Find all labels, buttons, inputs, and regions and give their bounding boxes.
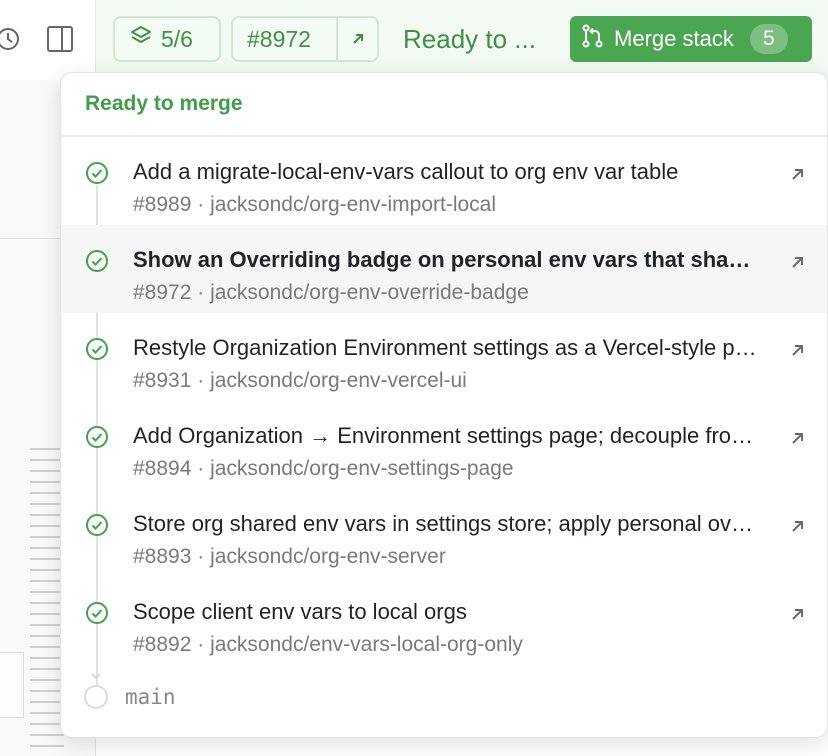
pr-number: #8972 — [133, 281, 192, 304]
pr-number: #8892 — [133, 633, 192, 656]
stack-popover: Ready to merge Add a migrate-local-env-v… — [60, 72, 828, 738]
check-circle-icon — [85, 161, 109, 185]
external-arrow-icon[interactable] — [787, 515, 809, 537]
check-circle-icon — [85, 337, 109, 361]
pr-number-link[interactable]: #8972 — [233, 18, 338, 60]
pr-title: Show an Overriding badge on personal env… — [133, 247, 763, 272]
merge-stack-label: Merge stack — [614, 26, 734, 51]
stack-position-chip[interactable]: 5/6 — [113, 16, 221, 62]
merge-stack-button[interactable]: Merge stack 5 — [570, 16, 812, 62]
pr-meta: #8893 · jacksondc/org-env-server — [133, 545, 446, 568]
left-toolbar — [0, 0, 96, 80]
stack-position-label: 5/6 — [161, 25, 193, 52]
external-arrow-icon[interactable] — [787, 251, 809, 273]
merge-status-text: Ready to ... — [403, 24, 536, 54]
stack-topbar: 5/6 #8972 Ready to ... Merge stack 5 — [96, 0, 828, 80]
git-merge-icon — [580, 23, 606, 55]
pr-title: Scope client env vars to local orgs — [133, 599, 467, 624]
background-ruler — [30, 448, 64, 756]
popover-header: Ready to merge — [61, 73, 827, 137]
pr-meta: #8894 · jacksondc/org-env-settings-page — [133, 457, 514, 480]
stack-item[interactable]: Store org shared env vars in settings st… — [61, 489, 827, 577]
stack-item[interactable]: Add a migrate-local-env-vars callout to … — [61, 137, 827, 225]
check-circle-icon — [85, 513, 109, 537]
pr-branch: jacksondc/org-env-server — [210, 545, 446, 568]
history-icon[interactable] — [0, 24, 22, 54]
stack-item[interactable]: Restyle Organization Environment setting… — [61, 313, 827, 401]
stack-item[interactable]: Scope client env vars to local orgs #889… — [61, 577, 827, 665]
pr-branch: jacksondc/org-env-override-badge — [210, 281, 529, 304]
check-circle-icon — [85, 249, 109, 273]
pr-meta: #8931 · jacksondc/org-env-vercel-ui — [133, 369, 467, 392]
pr-number: #8894 — [133, 457, 192, 480]
pr-title: Restyle Organization Environment setting… — [133, 335, 763, 360]
pr-meta: #8972 · jacksondc/org-env-override-badge — [133, 281, 529, 304]
stack-item-current[interactable]: Show an Overriding badge on personal env… — [61, 225, 827, 313]
check-circle-icon — [85, 425, 109, 449]
split-panel-icon[interactable] — [46, 24, 74, 54]
pr-branch: jacksondc/org-env-settings-page — [210, 457, 514, 480]
pr-branch: jacksondc/org-env-vercel-ui — [210, 369, 467, 392]
pr-chip: #8972 — [231, 16, 379, 62]
check-circle-icon — [85, 601, 109, 625]
external-arrow-icon[interactable] — [787, 163, 809, 185]
external-arrow-icon[interactable] — [787, 603, 809, 625]
external-arrow-icon[interactable] — [787, 427, 809, 449]
pr-number: #8893 — [133, 545, 192, 568]
pr-branch: jacksondc/org-env-import-local — [210, 193, 497, 216]
base-branch-row: main — [61, 665, 827, 731]
pr-branch: jacksondc/env-vars-local-org-only — [210, 633, 523, 656]
background-box — [0, 652, 24, 718]
pr-title: Add Organization → Environment settings … — [133, 423, 763, 448]
pr-meta: #8892 · jacksondc/env-vars-local-org-onl… — [133, 633, 523, 656]
base-branch-circle-icon — [84, 685, 108, 709]
external-arrow-icon[interactable] — [787, 339, 809, 361]
pr-number: #8931 — [133, 369, 192, 392]
layers-icon — [129, 24, 153, 54]
pr-title: Store org shared env vars in settings st… — [133, 511, 763, 536]
stack-list: Add a migrate-local-env-vars callout to … — [61, 137, 827, 731]
stack-item[interactable]: Add Organization → Environment settings … — [61, 401, 827, 489]
base-branch-label: main — [125, 685, 176, 709]
pr-number: #8989 — [133, 193, 192, 216]
external-arrow-icon[interactable] — [338, 18, 377, 60]
pr-meta: #8989 · jacksondc/org-env-import-local — [133, 193, 497, 216]
pr-title: Add a migrate-local-env-vars callout to … — [133, 159, 679, 184]
arrow-down-icon — [91, 667, 101, 680]
merge-count-badge: 5 — [749, 24, 788, 54]
